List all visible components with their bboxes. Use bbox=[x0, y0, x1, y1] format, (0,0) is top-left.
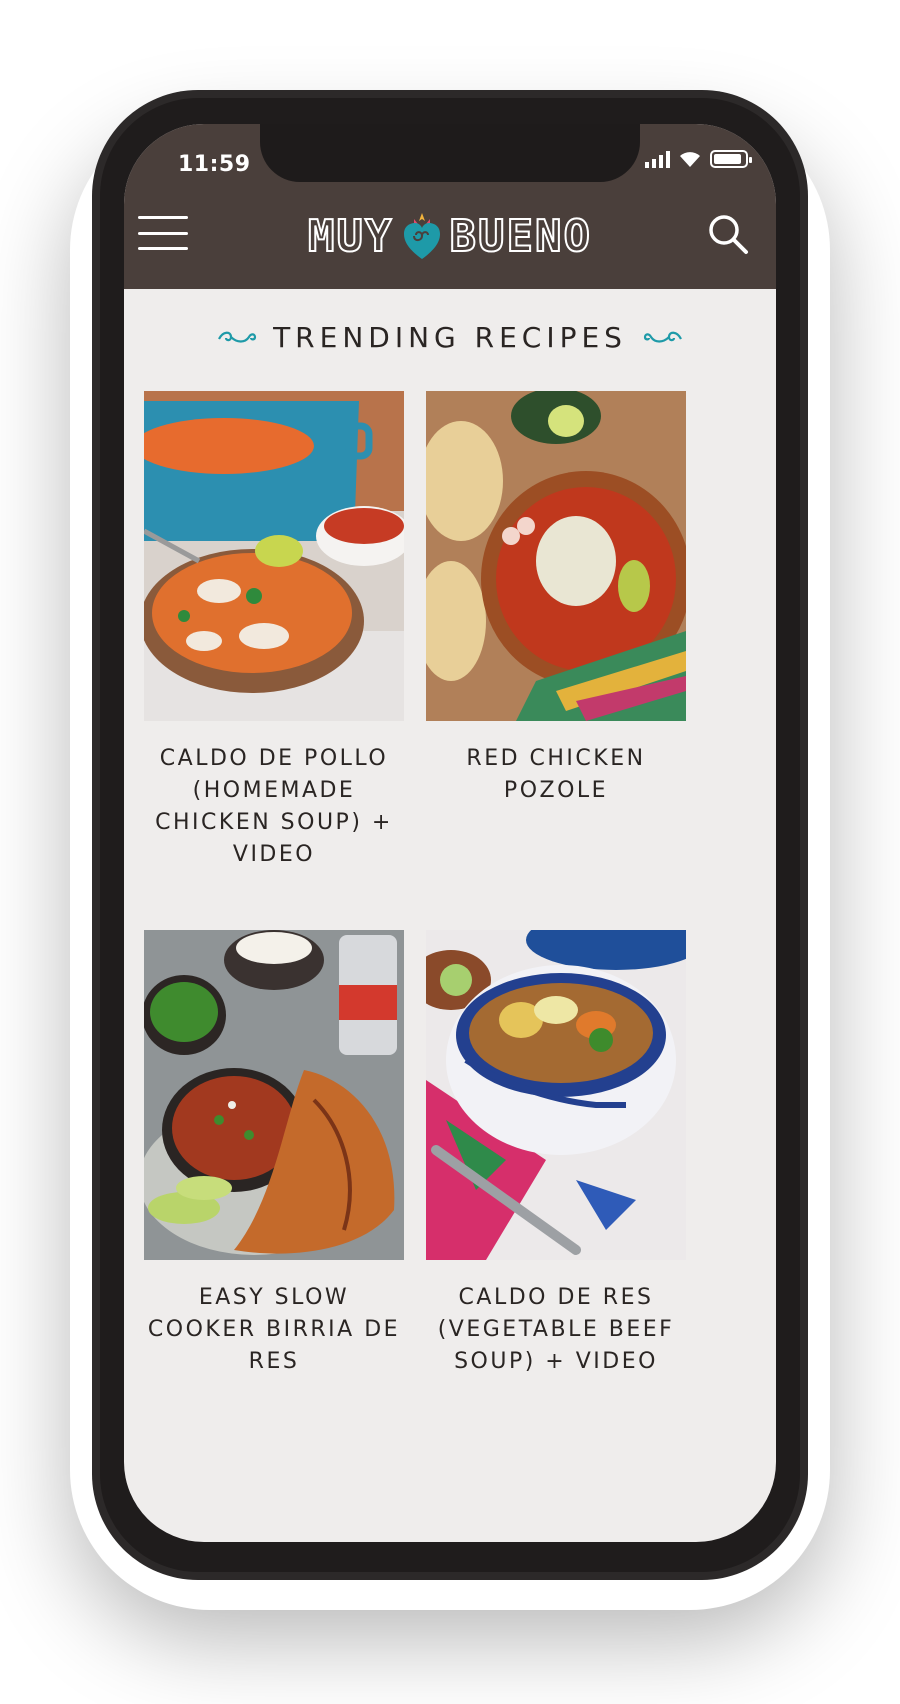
sacred-heart-icon bbox=[403, 213, 440, 259]
section-heading: TRENDING RECIPES bbox=[124, 314, 776, 360]
recipe-title[interactable]: CALDO DE POLLO (HOMEMADE CHICKEN SOUP) +… bbox=[144, 743, 404, 871]
recipe-card[interactable]: CALDO DE RES (VEGETABLE BEEF SOUP) + VID… bbox=[426, 930, 686, 1378]
swirl-ornament-icon bbox=[643, 331, 682, 343]
logo-word-muy: MUY bbox=[307, 210, 394, 263]
recipe-image-red-chicken-pozole[interactable] bbox=[426, 391, 686, 721]
recipe-image-birria-de-res[interactable] bbox=[144, 930, 404, 1260]
hamburger-menu-icon[interactable] bbox=[138, 216, 188, 250]
logo-word-bueno: BUENO bbox=[449, 210, 592, 263]
site-header: 11:59 MUY BUENO bbox=[124, 124, 776, 289]
phone-notch bbox=[260, 124, 640, 182]
recipe-title[interactable]: EASY SLOW COOKER BIRRIA DE RES bbox=[144, 1282, 404, 1378]
recipe-title[interactable]: CALDO DE RES (VEGETABLE BEEF SOUP) + VID… bbox=[426, 1282, 686, 1378]
wifi-icon bbox=[680, 152, 700, 167]
recipe-title[interactable]: RED CHICKEN POZOLE bbox=[426, 743, 686, 807]
status-time: 11:59 bbox=[178, 152, 251, 177]
status-icons bbox=[645, 150, 752, 168]
recipe-image-caldo-de-pollo[interactable] bbox=[144, 391, 404, 721]
recipe-card[interactable]: EASY SLOW COOKER BIRRIA DE RES bbox=[144, 930, 404, 1378]
phone-screen: 11:59 MUY BUENO TRENDING RECIPES CALDO D… bbox=[124, 124, 776, 1542]
signal-icon bbox=[645, 150, 670, 168]
recipe-image-caldo-de-res[interactable] bbox=[426, 930, 686, 1260]
site-logo[interactable]: MUY BUENO bbox=[280, 206, 620, 266]
recipe-card[interactable]: RED CHICKEN POZOLE bbox=[426, 391, 686, 807]
section-title: TRENDING RECIPES bbox=[273, 320, 627, 354]
battery-icon bbox=[710, 150, 752, 168]
recipe-card[interactable]: CALDO DE POLLO (HOMEMADE CHICKEN SOUP) +… bbox=[144, 391, 404, 871]
swirl-ornament-icon bbox=[218, 331, 257, 343]
search-icon[interactable] bbox=[706, 212, 750, 256]
